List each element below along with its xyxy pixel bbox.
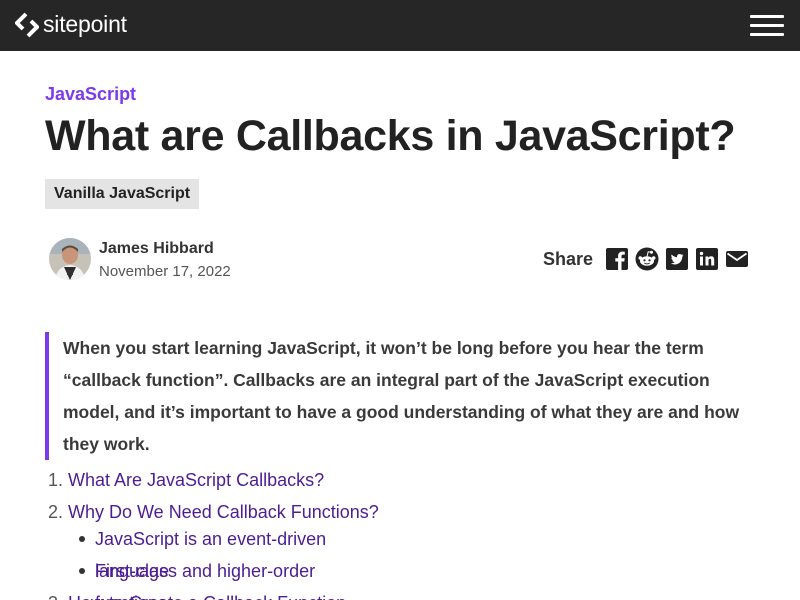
twitter-icon[interactable] [665, 247, 689, 271]
toc-link[interactable]: What Are JavaScript Callbacks? [68, 464, 324, 496]
article-title: What are Callbacks in JavaScript? [45, 112, 736, 160]
category-link[interactable]: JavaScript [45, 84, 136, 105]
linkedin-icon[interactable] [695, 247, 719, 271]
reddit-icon[interactable] [635, 247, 659, 271]
author-name[interactable]: James Hibbard [99, 240, 214, 258]
hamburger-menu-icon[interactable] [750, 14, 784, 38]
toc-subitem: First-class and higher-order functions [48, 555, 379, 600]
table-of-contents: 1. What Are JavaScript Callbacks? 2. Why… [48, 464, 379, 600]
bullet-icon [79, 568, 85, 574]
tag-badge[interactable]: Vanilla JavaScript [45, 179, 200, 209]
toc-item: 1. What Are JavaScript Callbacks? [48, 464, 379, 496]
bullet-icon [79, 536, 85, 542]
top-navigation-bar: sitepoint [0, 0, 800, 51]
toc-sublink[interactable]: First-class and higher-order functions [95, 555, 379, 600]
share-bar: Share [543, 247, 749, 271]
logo-text: sitepoint [43, 11, 127, 37]
facebook-icon[interactable] [605, 247, 629, 271]
toc-number: 1. [48, 470, 64, 490]
sitepoint-logo[interactable]: sitepoint [15, 11, 127, 38]
share-label: Share [543, 248, 594, 269]
toc-number: 3. [48, 587, 68, 600]
email-icon[interactable] [725, 247, 749, 271]
toc-subitem: JavaScript is an event-driven language [48, 523, 379, 581]
author-avatar[interactable] [49, 238, 91, 280]
intro-paragraph: When you start learning JavaScript, it w… [45, 332, 755, 460]
post-date: November 17, 2022 [99, 263, 231, 280]
sitepoint-chevron-icon [15, 12, 39, 37]
